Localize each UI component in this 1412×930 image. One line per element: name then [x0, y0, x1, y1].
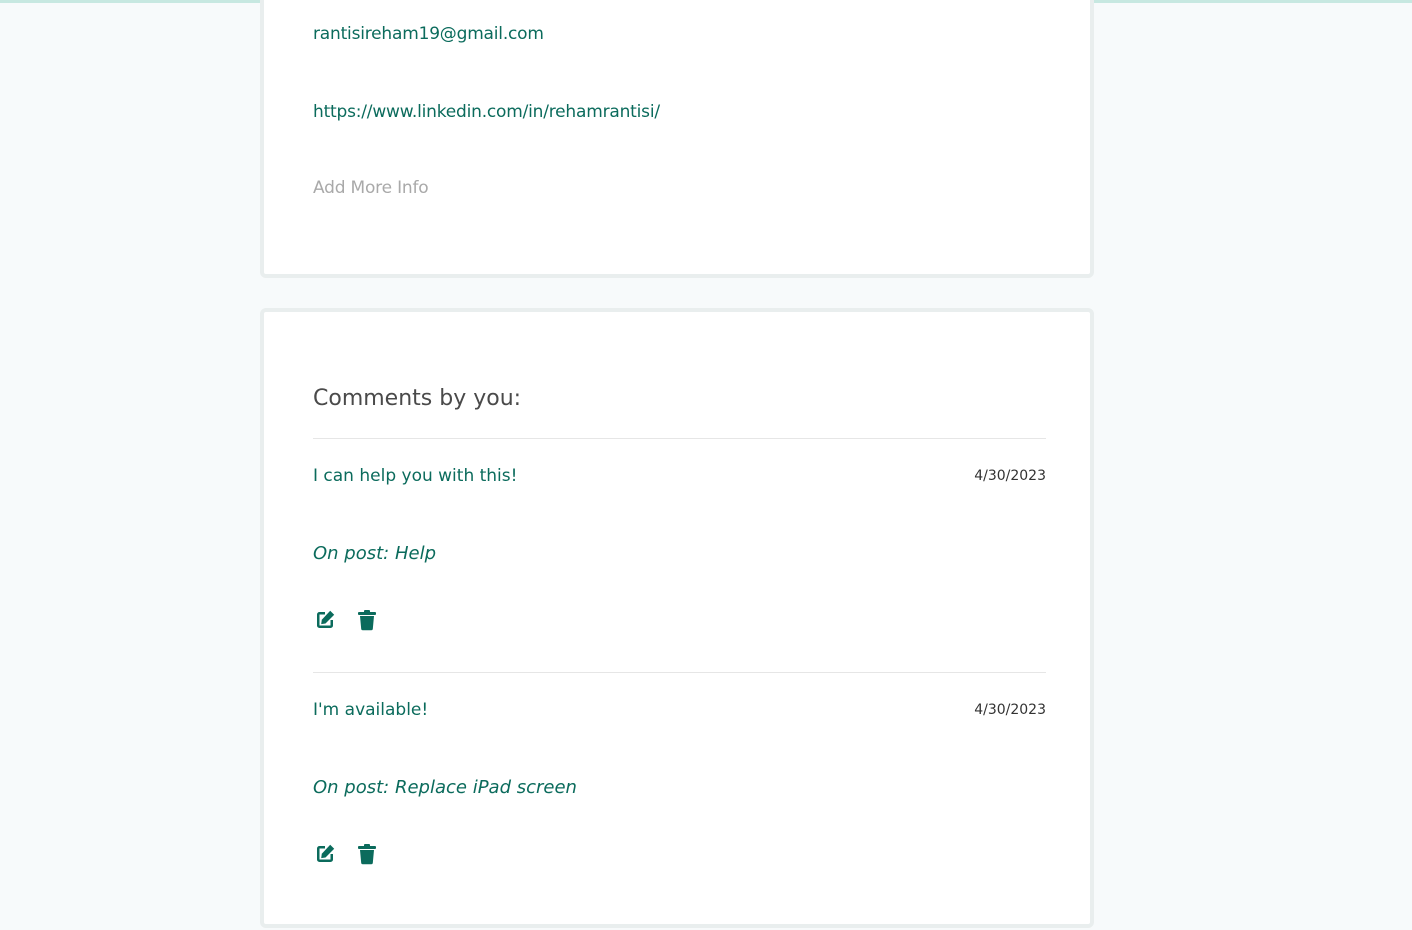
trash-icon[interactable]: [355, 608, 379, 632]
add-more-info-button[interactable]: Add More Info: [313, 178, 429, 198]
comments-title: Comments by you:: [313, 386, 522, 411]
comments-divider: [313, 438, 1046, 439]
comments-divider: [313, 672, 1046, 673]
comment-actions: [313, 608, 379, 632]
comment-date: 4/30/2023: [974, 702, 1046, 718]
profile-info-card: rantisireham19@gmail.com https://www.lin…: [260, 0, 1094, 278]
profile-email[interactable]: rantisireham19@gmail.com: [313, 24, 544, 44]
comment-post-link[interactable]: On post: Replace iPad screen: [313, 777, 577, 798]
edit-icon[interactable]: [313, 608, 337, 632]
comment-item: I can help you with this! 4/30/2023 On p…: [313, 466, 1046, 696]
comment-text: I can help you with this!: [313, 466, 518, 486]
trash-icon[interactable]: [355, 842, 379, 866]
comment-post-link[interactable]: On post: Help: [313, 543, 436, 564]
profile-linkedin-link[interactable]: https://www.linkedin.com/in/rehamrantisi…: [313, 102, 660, 122]
comment-item: I'm available! 4/30/2023 On post: Replac…: [313, 700, 1046, 930]
comments-card: Comments by you: I can help you with thi…: [260, 308, 1094, 928]
edit-icon[interactable]: [313, 842, 337, 866]
comment-actions: [313, 842, 379, 866]
comment-date: 4/30/2023: [974, 468, 1046, 484]
comment-text: I'm available!: [313, 700, 429, 720]
